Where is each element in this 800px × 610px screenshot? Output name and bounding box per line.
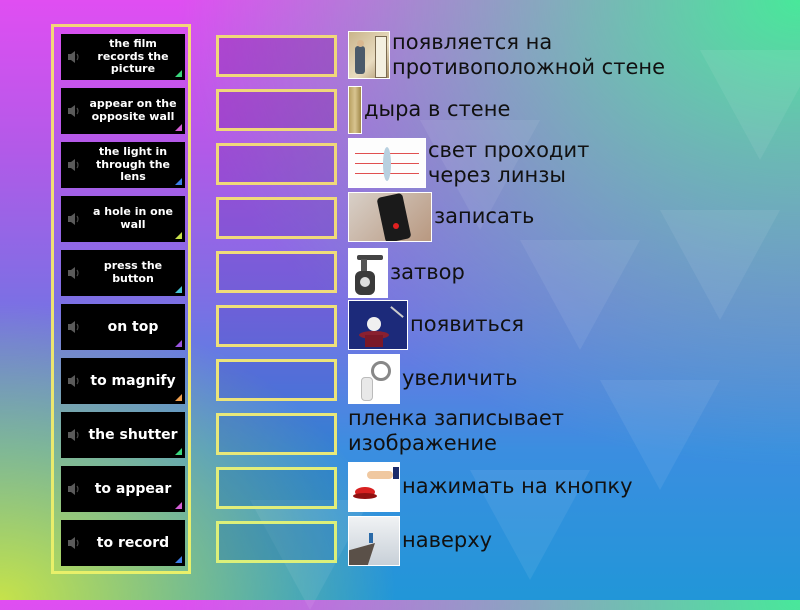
tile-label: on top <box>107 318 159 335</box>
clue-text: увеличить <box>402 366 518 391</box>
phone-recording-image <box>348 192 432 242</box>
corner-marker <box>175 448 182 455</box>
clue-item: дыра в стене <box>348 86 510 134</box>
clue-text: появиться <box>410 312 525 337</box>
clue-item: появляется на противоположной стене <box>348 30 712 80</box>
drop-slot[interactable] <box>216 359 337 401</box>
corner-marker <box>175 394 182 401</box>
magnifying-glass-figure-image <box>348 354 400 404</box>
background-pattern <box>660 210 780 320</box>
drop-slot[interactable] <box>216 521 337 563</box>
answer-tile[interactable]: the shutter <box>61 412 185 458</box>
speaker-icon[interactable] <box>61 142 87 188</box>
person-on-cliff-image <box>348 516 400 566</box>
answer-tile[interactable]: on top <box>61 304 185 350</box>
drop-slot[interactable] <box>216 89 337 131</box>
wooden-wall-image <box>348 86 362 134</box>
clue-item: нажимать на кнопку <box>348 462 633 512</box>
clue-text: дыра в стене <box>364 97 511 122</box>
tile-label: the shutter <box>88 426 178 443</box>
answer-tile[interactable]: to record <box>61 520 185 566</box>
clue-item: свет проходит через линзы <box>348 138 628 189</box>
answer-tile[interactable]: appear on the opposite wall <box>61 88 185 134</box>
speaker-icon[interactable] <box>61 358 87 404</box>
drop-slot[interactable] <box>216 305 337 347</box>
tile-label: the light in through the lens <box>96 145 170 184</box>
drop-slot[interactable] <box>216 467 337 509</box>
corner-marker <box>175 232 182 239</box>
tile-label: to magnify <box>90 372 176 389</box>
answer-tile[interactable]: to appear <box>61 466 185 512</box>
speaker-icon[interactable] <box>61 250 87 296</box>
drop-slot[interactable] <box>216 143 337 185</box>
answer-tile[interactable]: to magnify <box>61 358 185 404</box>
speaker-icon[interactable] <box>61 88 87 134</box>
tile-label: a hole in one wall <box>93 205 173 231</box>
answer-tile[interactable]: the film records the picture <box>61 34 185 80</box>
clue-text: появляется на противоположной стене <box>392 30 666 80</box>
speaker-icon[interactable] <box>61 466 87 512</box>
answer-tile[interactable]: press the button <box>61 250 185 296</box>
tile-label: to appear <box>94 480 172 497</box>
clue-item: затвор <box>348 248 465 298</box>
background-pattern <box>520 240 640 350</box>
answer-tile[interactable]: a hole in one wall <box>61 196 185 242</box>
magic-hat-rabbit-image <box>348 300 408 350</box>
drop-slot[interactable] <box>216 197 337 239</box>
speaker-icon[interactable] <box>61 196 87 242</box>
clue-item: записать <box>348 192 534 242</box>
valve-shutter-image <box>348 248 388 298</box>
drop-slot[interactable] <box>216 35 337 77</box>
clue-text: наверху <box>402 528 493 553</box>
corner-marker <box>175 340 182 347</box>
clue-text: свет проходит через линзы <box>428 138 590 188</box>
speaker-icon[interactable] <box>61 412 87 458</box>
tile-label: appear on the opposite wall <box>89 97 177 123</box>
tile-label: the film records the picture <box>97 37 169 76</box>
drop-slot[interactable] <box>216 413 337 455</box>
corner-marker <box>175 286 182 293</box>
corner-marker <box>175 556 182 563</box>
corner-marker <box>175 502 182 509</box>
tile-label: press the button <box>103 259 163 285</box>
clue-item: увеличить <box>348 354 517 404</box>
clue-item: наверху <box>348 516 492 566</box>
tile-label: to record <box>96 534 170 551</box>
corner-marker <box>175 70 182 77</box>
clue-text: затвор <box>390 260 465 285</box>
speaker-icon[interactable] <box>61 520 87 566</box>
camera-obscura-man-image <box>348 31 390 80</box>
speaker-icon[interactable] <box>61 34 87 80</box>
clue-text: пленка записывает изображение <box>348 406 564 456</box>
clue-item: появиться <box>348 300 524 350</box>
clue-text: записать <box>434 204 535 229</box>
finger-red-button-image <box>348 462 400 512</box>
corner-marker <box>175 178 182 185</box>
clue-item: пленка записывает изображение <box>348 406 608 456</box>
answer-tile[interactable]: the light in through the lens <box>61 142 185 188</box>
background-pattern <box>700 50 800 160</box>
speaker-icon[interactable] <box>61 304 87 350</box>
corner-marker <box>175 124 182 131</box>
clue-text: нажимать на кнопку <box>402 474 633 499</box>
lens-diagram-image <box>348 138 426 189</box>
drop-slot[interactable] <box>216 251 337 293</box>
